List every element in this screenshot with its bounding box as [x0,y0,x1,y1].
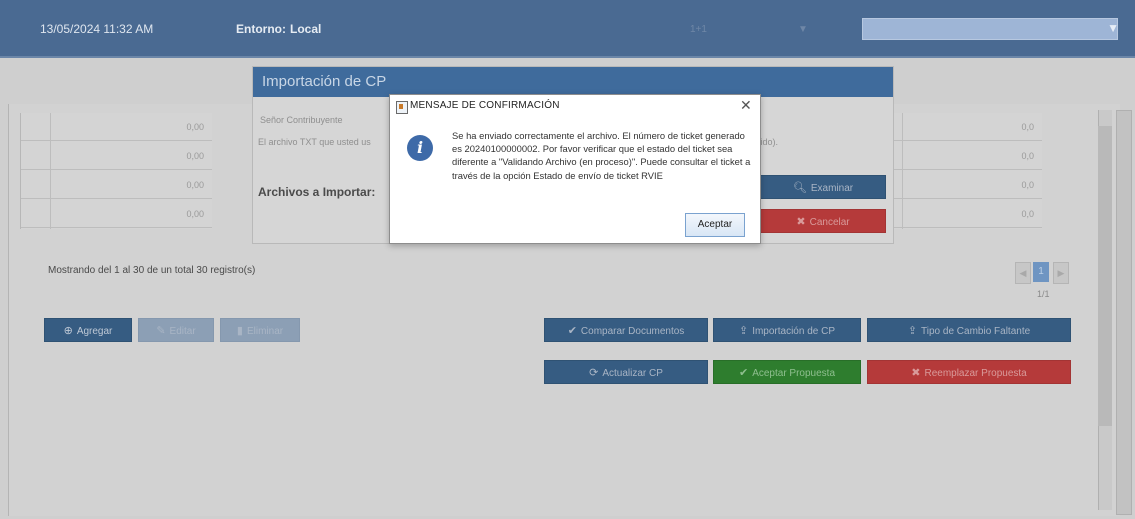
data-table-left: 0,00 0,00 0,00 0,00 [20,113,212,229]
close-icon: ✖ [796,216,806,228]
greeting-text: Señor Contribuyente [260,115,343,125]
close-icon[interactable]: ✕ [740,97,752,114]
files-label: Archivos a Importar: [258,185,376,199]
app-icon [396,101,408,114]
table-row: 0,0 [894,200,1042,228]
import-button-label: Importación de CP [752,326,836,337]
exchange-button-label: Tipo de Cambio Faltante [921,326,1031,337]
environment-label: Entorno: [236,22,286,36]
table-row: 0,00 [21,171,212,199]
search-icon: 🔍︎ [792,182,807,194]
browse-button-label: Examinar [810,183,854,194]
table-row: 0,00 [21,142,212,170]
cancel-button[interactable]: ✖ Cancelar [760,209,886,233]
page-count: 1/1 [1037,289,1050,299]
delete-button[interactable]: ▮ Eliminar [220,318,300,342]
cancel-button-label: Cancelar [809,217,850,228]
faint-dropdown-icon: ▼ [798,24,808,35]
records-info: Mostrando del 1 al 30 de un total 30 reg… [48,265,256,276]
dialog-title: MENSAJE DE CONFIRMACIÓN [410,100,560,111]
table-cell: 0,00 [186,151,204,161]
delete-button-label: Eliminar [246,326,284,337]
upload-icon: ⇪ [907,325,918,337]
confirmation-dialog: MENSAJE DE CONFIRMACIÓN ✕ i Se ha enviad… [389,94,761,244]
table-cell: 0,00 [186,209,204,219]
check-icon: ✔ [738,367,749,379]
accept-proposal-label: Aceptar Propuesta [752,368,836,379]
edit-button[interactable]: ✎ Editar [138,318,214,342]
data-table-right: 0,0 0,0 0,0 0,0 [894,113,1042,229]
table-row: 0,00 [21,200,212,228]
table-cell: 0,00 [186,180,204,190]
plus-circle-icon: ⊕ [63,325,73,337]
browse-button[interactable]: 🔍︎ Examinar [760,175,886,199]
datetime-label: 13/05/2024 11:32 AM [40,22,154,36]
dialog-message: Se ha enviado correctamente el archivo. … [452,130,751,181]
table-cell: 0,0 [1021,180,1034,190]
table-row: 0,0 [894,171,1042,199]
environment-value: Local [290,22,322,36]
missing-exchange-rate-button[interactable]: ⇪ Tipo de Cambio Faltante [867,318,1071,342]
table-row: 0,0 [894,113,1042,141]
refresh-icon: ⟳ [589,367,599,379]
compare-button-label: Comparar Documentos [580,326,685,337]
user-select[interactable]: ▼ [862,18,1119,40]
table-cell: 0,0 [1021,151,1034,161]
table-cell: 0,0 [1021,122,1034,132]
refresh-cp-button[interactable]: ⟳ Actualizar CP [544,360,708,384]
pencil-icon: ✎ [156,325,166,337]
table-cell: 0,0 [1021,209,1034,219]
page-scrollbar[interactable] [1116,110,1132,515]
modal-header: Importación de CP [253,67,893,97]
replace-proposal-button[interactable]: ✖ Reemplazar Propuesta [867,360,1071,384]
next-page-button[interactable]: ▶ [1053,262,1069,284]
add-button-label: Agregar [76,326,113,337]
table-cell: 0,00 [186,122,204,132]
ok-button[interactable]: Aceptar [685,213,745,237]
edit-button-label: Editar [169,326,196,337]
chevron-down-icon: ▼ [1107,21,1119,35]
current-page-button[interactable]: 1 [1033,262,1049,282]
prev-page-button[interactable]: ◀ [1015,262,1031,284]
close-icon: ✖ [911,367,921,379]
instructions-text: El archivo TXT que usted us [258,137,371,147]
trash-icon: ▮ [236,325,243,337]
info-icon: i [407,135,433,161]
replace-proposal-label: Reemplazar Propuesta [924,368,1027,379]
refresh-button-label: Actualizar CP [602,368,663,379]
add-button[interactable]: ⊕ Agregar [44,318,132,342]
accept-proposal-button[interactable]: ✔ Aceptar Propuesta [713,360,861,384]
modal-title: Importación de CP [262,73,387,90]
upload-icon: ⇪ [738,325,749,337]
table-row: 0,00 [21,113,212,141]
check-icon: ✔ [567,325,577,337]
table-row: 0,0 [894,142,1042,170]
grid-scrollbar-thumb[interactable] [1098,126,1112,426]
compare-documents-button[interactable]: ✔ Comparar Documentos [544,318,708,342]
import-cp-button[interactable]: ⇪ Importación de CP [713,318,861,342]
faint-indicator: 1+1 [690,24,707,35]
top-bar: 13/05/2024 11:32 AM Entorno: Local 1+1 ▼… [0,0,1135,58]
